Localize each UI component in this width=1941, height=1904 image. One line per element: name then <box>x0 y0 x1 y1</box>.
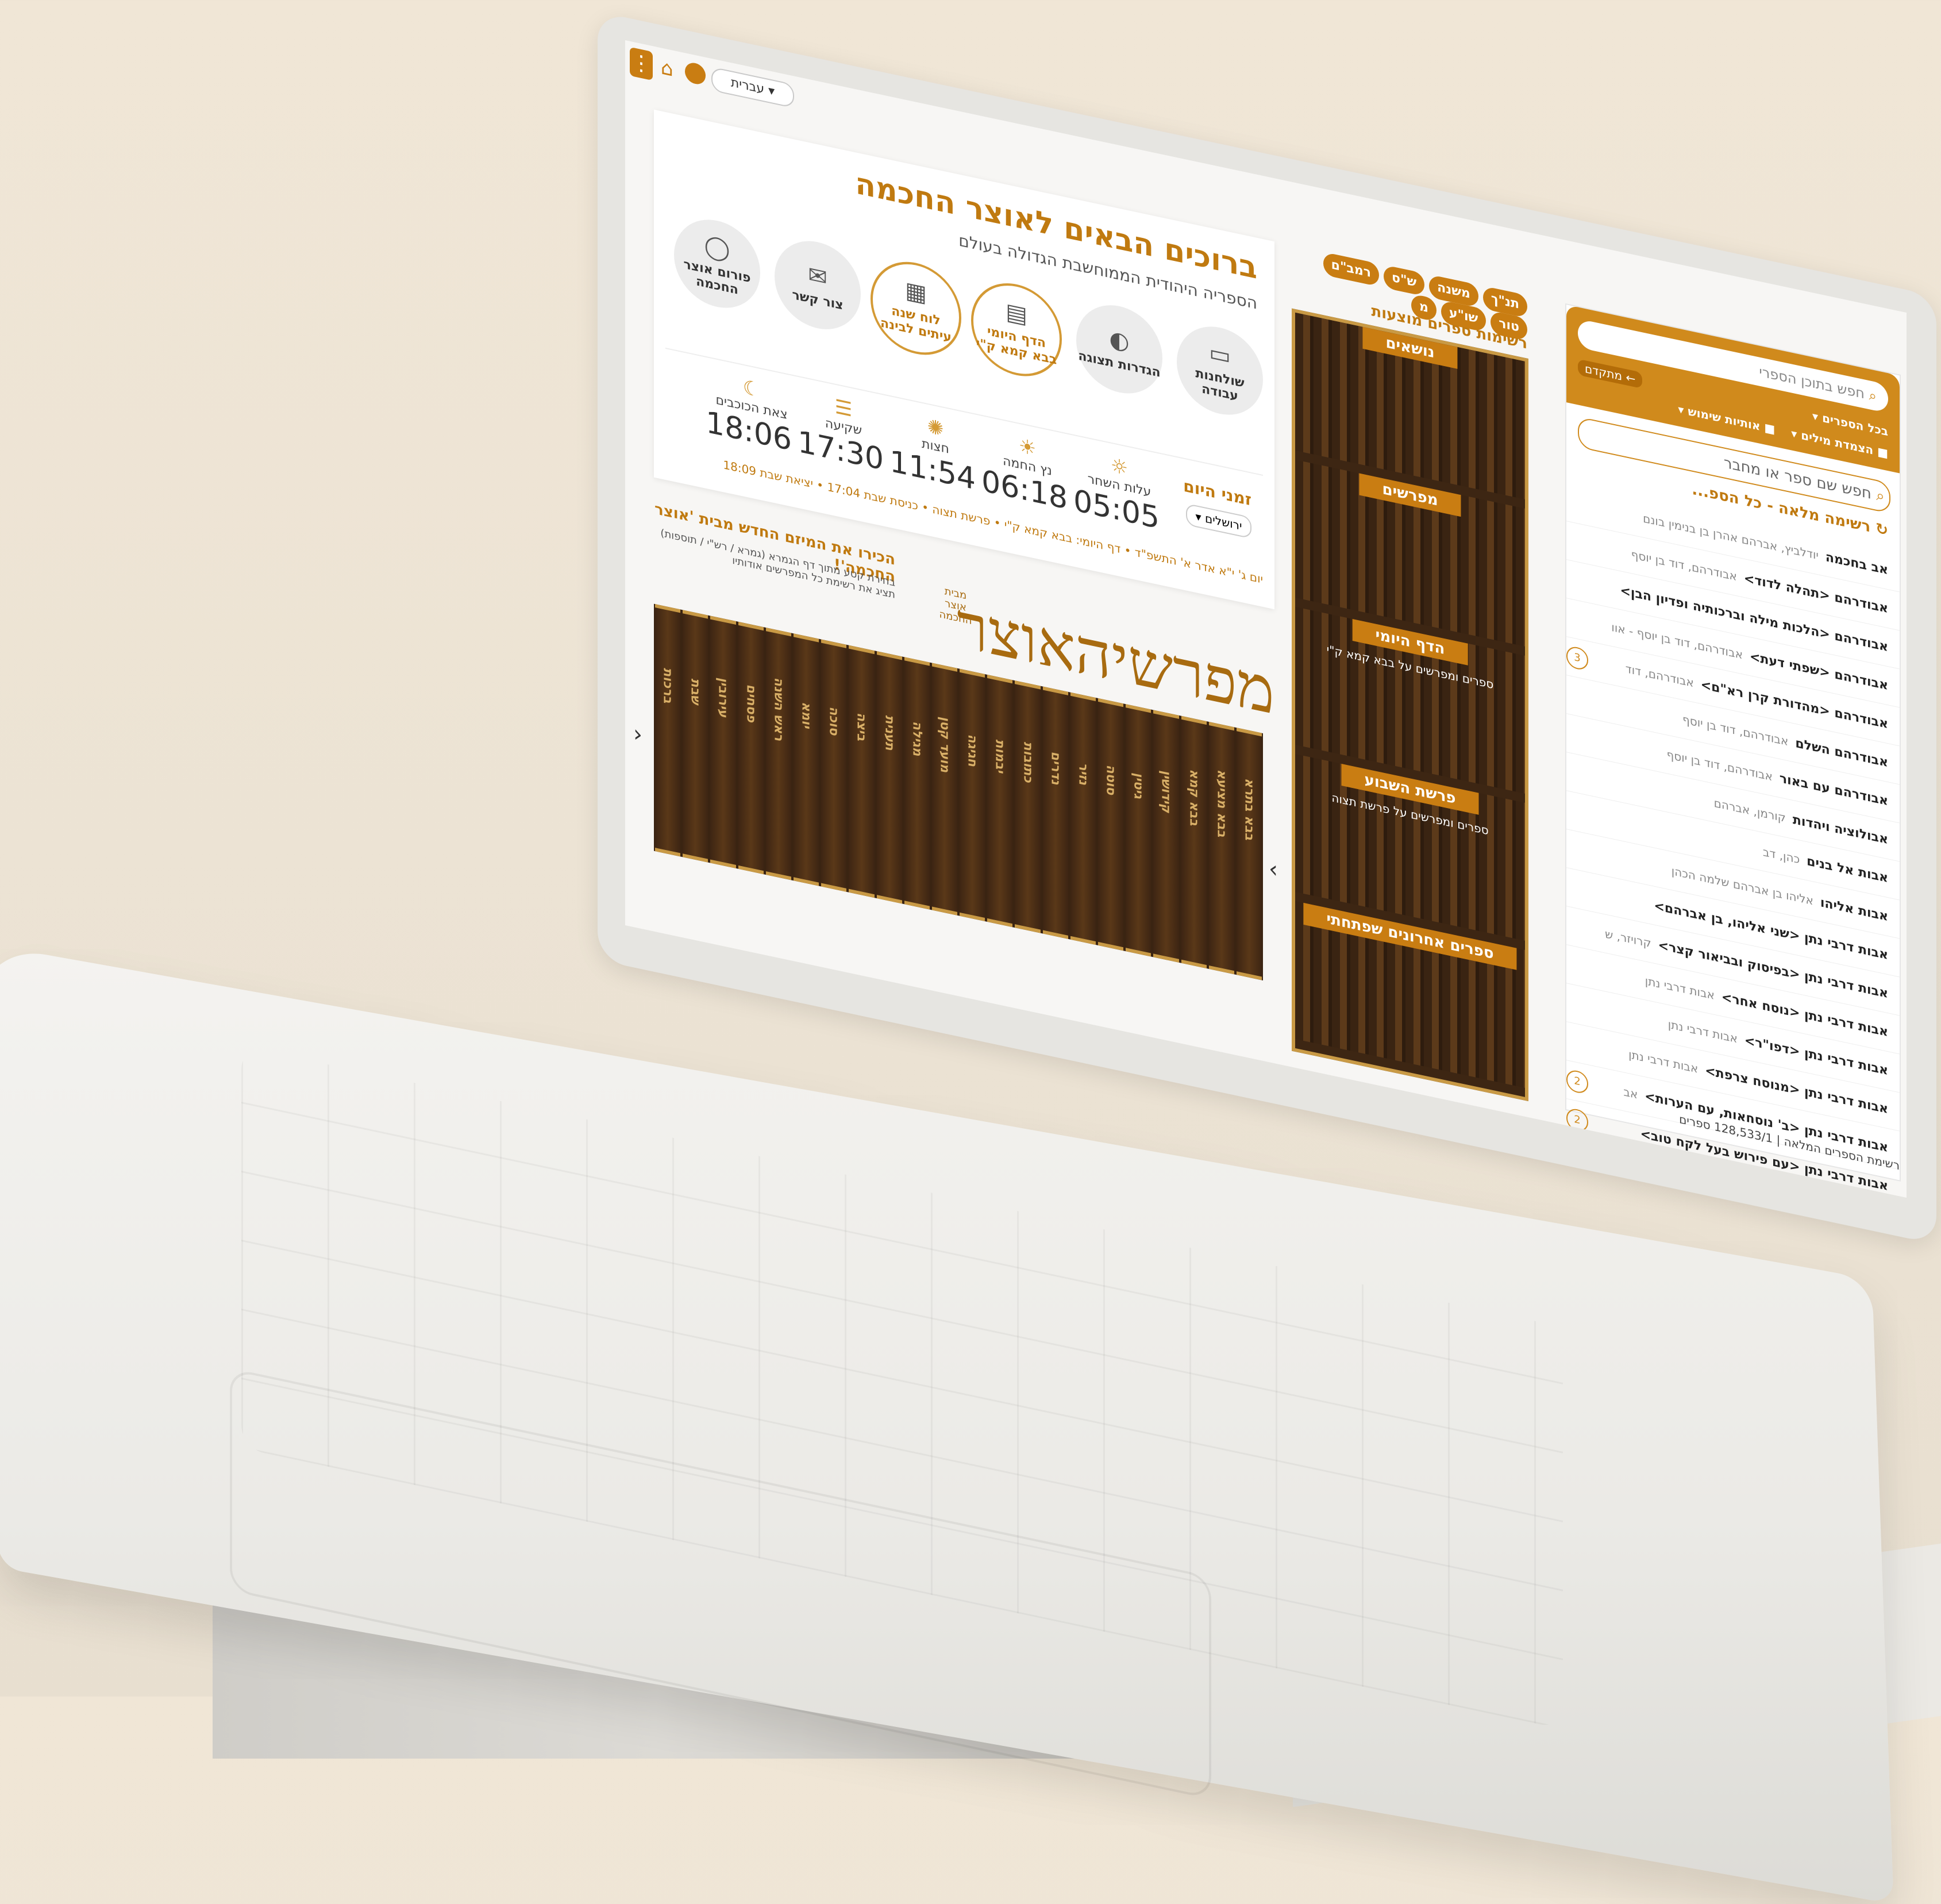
envelope-icon: ✉ <box>808 261 827 292</box>
tractate-spine[interactable]: יומא <box>793 633 819 886</box>
edition-count-badge[interactable]: 3 <box>1566 645 1588 672</box>
tractate-spine[interactable]: סוטה <box>1098 698 1124 951</box>
book-title: אבות אל בנים <box>1807 854 1888 886</box>
tractate-spine[interactable]: נדרים <box>1042 686 1068 939</box>
tractate-label: ביצה <box>854 711 869 744</box>
shelf-prev-arrow[interactable]: ‹ <box>633 720 642 748</box>
shortcut-contact[interactable]: ✉ צור קשר <box>775 233 861 338</box>
tractate-label: עירובין <box>715 676 730 720</box>
search-icon[interactable]: ⌕ <box>1876 487 1885 506</box>
tractate-spine[interactable]: בבא קמא <box>1181 716 1207 969</box>
shortcut-forum[interactable]: ◯ פורום אוצר החכמה <box>674 211 760 316</box>
tractate-label: תענית <box>882 714 897 753</box>
tractate-label: קידושין <box>1158 770 1173 816</box>
time-sunrise: ☀ נץ החמה 06:18 <box>981 428 1068 517</box>
tractate-spine[interactable]: כתובות <box>1015 680 1041 933</box>
tractate-spine[interactable]: חגיגה <box>960 668 985 922</box>
time-dawn: ☼ עלות השחר 05:05 <box>1073 447 1160 536</box>
tractate-spine[interactable]: קידושין <box>1153 710 1179 963</box>
time-noon: ✺ חצות 11:54 <box>889 408 976 497</box>
desktop-icon: ▭ <box>1209 339 1231 371</box>
tab-shas[interactable]: ש"ס <box>1384 264 1425 297</box>
shortcut-workspaces[interactable]: ▭ שולחנות עבודה <box>1177 318 1263 423</box>
tractate-spine[interactable]: שבת <box>683 610 708 863</box>
book-author: קורמן, אברהם <box>1713 795 1786 825</box>
tractate-label: נזיר <box>1076 761 1091 787</box>
user-icon[interactable] <box>685 61 706 86</box>
tractate-spine[interactable]: ביצה <box>849 645 875 898</box>
tractate-label: יומא <box>799 701 814 731</box>
tractate-spine[interactable]: תענית <box>876 651 902 904</box>
tractate-label: פסחים <box>744 683 758 725</box>
tractate-label: בבא בתרא <box>1242 777 1257 843</box>
lists-panel: נושאים מפרשים הדף היומי ספרים ומפרשים על… <box>1292 308 1528 1102</box>
tractate-label: סוכה <box>826 706 841 738</box>
tractate-spine[interactable]: ראש השנה <box>765 628 791 880</box>
book-sidebar: ⌕ חפש בתוכן הספרי בכל הספרים ▾ ← מתקדם ■… <box>1565 303 1901 1198</box>
mefarshei-logo-small: מבית אוצר החכמה <box>939 585 972 628</box>
tractate-spine[interactable]: פסחים <box>738 621 764 875</box>
book-list: אב בחכמהיודלביץ, אברהם אהרן בן בנימין בו… <box>1566 483 1900 1198</box>
tractate-label: חגיגה <box>965 733 980 769</box>
tractate-spine[interactable]: ברכות <box>655 604 681 857</box>
shortcut-daf-yomi[interactable]: ▤ הדף היומי בבא קמא ק"י <box>971 274 1062 385</box>
tractate-spine[interactable]: מגילה <box>904 657 930 910</box>
book-title: אבות אליהו <box>1820 895 1888 925</box>
book-author: כהן, דב <box>1762 844 1800 867</box>
tractate-spine[interactable]: גיטין <box>1126 704 1151 957</box>
tractate-spine[interactable]: עירובין <box>710 616 736 868</box>
tractate-label: בבא קמא <box>1187 768 1201 828</box>
tractate-label: גיטין <box>1131 772 1146 801</box>
home-icon[interactable]: ⌂ <box>661 56 681 82</box>
search-icon[interactable]: ⌕ <box>1869 387 1877 405</box>
tractate-label: ראש השנה <box>771 676 786 744</box>
book-author: אבות דרבי נתן <box>1645 974 1715 1002</box>
menu-button[interactable]: ⋮ <box>630 47 653 81</box>
tab-rambam[interactable]: רמב"ם <box>1323 252 1380 287</box>
book-author: קרויזר, ש <box>1605 926 1651 951</box>
tractate-spine[interactable]: יבמות <box>987 674 1013 928</box>
tractate-spine[interactable]: מועד קטן <box>931 663 958 916</box>
main-area: ברוכים הבאים לאוצר החכמה הספריה היהודית … <box>633 109 1278 989</box>
tractate-spine[interactable]: בבא בתרא <box>1236 728 1262 980</box>
contrast-icon: ◐ <box>1109 325 1130 356</box>
time-sunset: ☰ שקיעה 17:30 <box>798 389 884 478</box>
app-screen: ⋮ ⌂ עברית ▾ + ברוכים הבאים לאוצר החכמה ה… <box>625 40 1907 1198</box>
advanced-button[interactable]: ← מתקדם <box>1578 359 1643 389</box>
tractate-label: כתובות <box>1020 741 1035 785</box>
book-author: אבות דרבי נתן <box>1628 1047 1699 1076</box>
city-select[interactable]: ירושלים ▾ <box>1186 503 1251 539</box>
tractate-label: בבא מציעא <box>1214 768 1229 840</box>
shelf-next-arrow[interactable]: › <box>1269 855 1278 883</box>
book-title: אב בחכמה <box>1825 550 1888 578</box>
chat-icon: ◯ <box>704 232 730 264</box>
suggested-lists: תנ"ךמשנהש"סרמב"םטורשו"עמ רשימות ספרים מו… <box>1286 244 1528 1102</box>
tractate-label: ברכות <box>660 667 675 706</box>
book-author: אבות דרבי נתן <box>1667 1017 1738 1046</box>
time-stars: ☾ צאת הכוכבים 18:06 <box>706 369 792 458</box>
calendar-icon: ▦ <box>905 276 927 308</box>
tractate-spine[interactable]: בבא מציעא <box>1208 721 1234 975</box>
tractate-label: מועד קטן <box>937 716 952 775</box>
shortcut-display-settings[interactable]: ◐ הגדרות תצוגה <box>1076 297 1162 402</box>
book-author: אבודרהם, דוד <box>1625 661 1694 690</box>
tractate-label: יבמות <box>992 738 1007 776</box>
tractate-label: מגילה <box>910 720 925 759</box>
tractate-label: סוטה <box>1103 764 1118 798</box>
shortcut-calendar[interactable]: ▦ לוח שנה עיתים לבינה <box>871 253 961 364</box>
tractate-spine[interactable]: סוכה <box>821 639 847 892</box>
usage-letters-checkbox[interactable]: ■ אותיות שימוש ▾ <box>1678 402 1775 436</box>
tractate-label: שבת <box>688 678 703 707</box>
arrow-left-icon: ← <box>1626 370 1636 386</box>
refresh-icon[interactable]: ↻ <box>1875 520 1888 540</box>
page-icon: ▤ <box>1006 298 1027 329</box>
tractate-label: נדרים <box>1048 751 1063 787</box>
tractate-spine[interactable]: נזיר <box>1070 692 1096 945</box>
